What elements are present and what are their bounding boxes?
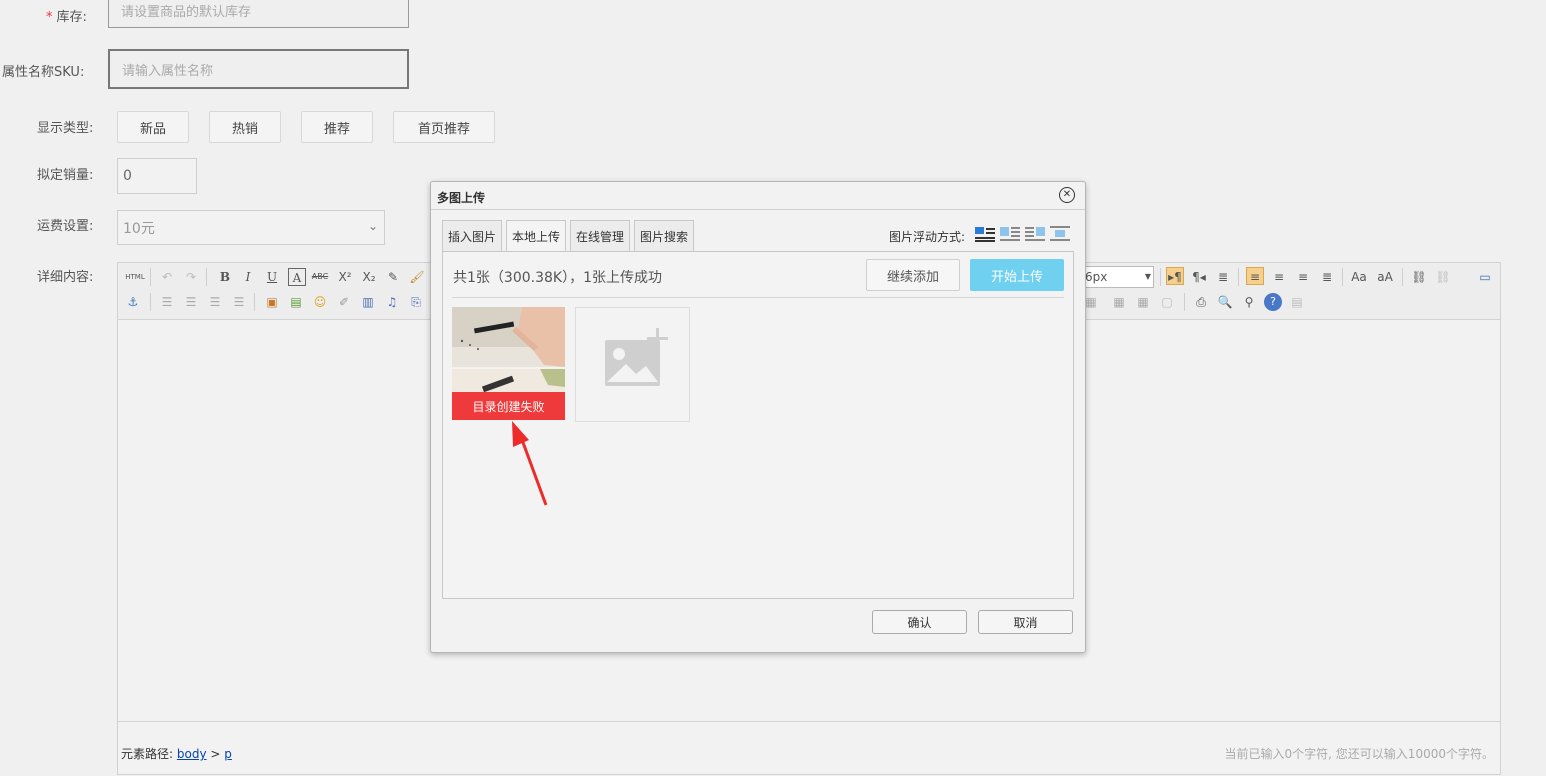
underline-icon[interactable]: U	[263, 268, 281, 286]
indent-icon[interactable]: ≣	[1214, 268, 1232, 286]
italic-icon[interactable]: I	[239, 268, 257, 286]
table-delete-icon[interactable]: ▢	[1158, 293, 1176, 311]
stock-label: * 库存:	[46, 10, 87, 25]
dropdown-arrow-icon: ▼	[1144, 272, 1151, 281]
annotation-arrow	[512, 421, 548, 506]
editor-footer: 元素路径: body > p 当前已输入0个字符, 您还可以输入10000个字符…	[118, 721, 1500, 776]
sku-label: 属性名称SKU:	[2, 65, 85, 80]
music-icon[interactable]: ♫	[383, 293, 401, 311]
tab-local-upload[interactable]: 本地上传	[506, 220, 566, 252]
tab-insert-image[interactable]: 插入图片	[442, 220, 502, 251]
rtl-icon[interactable]: ¶◂	[1190, 268, 1208, 286]
stock-input[interactable]: 请设置商品的默认库存	[108, 0, 409, 28]
float-mode-label: 图片浮动方式:	[889, 230, 966, 244]
search-replace-icon[interactable]: ⚲	[1240, 293, 1258, 311]
table-col-icon[interactable]: ▦	[1134, 293, 1152, 311]
cancel-button[interactable]: 取消	[978, 610, 1073, 634]
scrawl-icon[interactable]: ✐	[335, 293, 353, 311]
strikethrough-icon[interactable]: ABC	[311, 268, 329, 286]
type-home-recommend-button[interactable]: 首页推荐	[393, 111, 495, 143]
subscript-icon[interactable]: X₂	[360, 268, 378, 286]
start-upload-button[interactable]: 开始上传	[970, 259, 1064, 291]
add-image-placeholder[interactable]	[575, 307, 690, 422]
type-new-button[interactable]: 新品	[117, 111, 189, 143]
element-path: 元素路径: body > p	[121, 747, 232, 761]
tab-online-manage[interactable]: 在线管理	[570, 220, 630, 251]
path-p-link[interactable]: p	[224, 747, 232, 761]
help-icon[interactable]: ?	[1264, 293, 1282, 311]
html-source-button[interactable]: HTML	[124, 268, 146, 286]
close-icon[interactable]: ✕	[1059, 187, 1075, 203]
detail-label: 详细内容:	[37, 270, 94, 285]
display-type-label: 显示类型:	[37, 121, 94, 136]
ltr-icon[interactable]: ▸¶	[1166, 267, 1184, 285]
table-row-icon[interactable]: ▦	[1110, 293, 1128, 311]
preview-icon[interactable]: 🔍	[1216, 293, 1234, 311]
add-image-icon	[605, 328, 668, 386]
simple-upload-icon[interactable]: ▣	[263, 293, 281, 311]
image-left-icon[interactable]: ☰	[182, 293, 200, 311]
float-left-icon[interactable]	[1000, 226, 1020, 242]
video-icon[interactable]: ▥	[359, 293, 377, 311]
uploaded-image-thumbnail[interactable]: 目录创建失败	[452, 307, 565, 420]
image-center-icon[interactable]: ☰	[230, 293, 248, 311]
insert-image-icon[interactable]: ▤	[287, 293, 305, 311]
dialog-title: 多图上传	[437, 191, 486, 205]
redo-icon[interactable]: ↷	[182, 268, 200, 286]
superscript-icon[interactable]: X²	[336, 268, 354, 286]
eraser-icon[interactable]: ✎	[384, 268, 402, 286]
attachment-icon[interactable]: ⎘	[407, 293, 425, 311]
uppercase-icon[interactable]: Aa	[1350, 268, 1368, 286]
emotion-icon[interactable]: ☺	[311, 293, 329, 311]
undo-icon[interactable]: ↶	[158, 268, 176, 286]
sales-label: 拟定销量:	[37, 168, 94, 183]
path-body-link[interactable]: body	[177, 747, 207, 761]
drafts-icon[interactable]: ▤	[1288, 293, 1306, 311]
align-center-icon[interactable]: ≡	[1270, 268, 1288, 286]
unlink-icon[interactable]: ⛓	[1434, 268, 1452, 286]
chevron-down-icon: ⌄	[367, 219, 378, 233]
sku-input[interactable]: 请输入属性名称	[108, 49, 409, 89]
tab-image-search[interactable]: 图片搜索	[634, 220, 694, 251]
align-left-icon[interactable]: ≡	[1246, 267, 1264, 285]
type-recommend-button[interactable]: 推荐	[301, 111, 373, 143]
float-center-icon[interactable]	[1050, 226, 1070, 242]
required-mark: *	[46, 10, 53, 25]
format-brush-icon[interactable]: 🖌	[408, 268, 426, 286]
upload-summary: 共1张（300.38K），1张上传成功	[453, 270, 662, 286]
divider	[452, 297, 1064, 298]
continue-add-button[interactable]: 继续添加	[866, 259, 960, 291]
sales-input[interactable]: 0	[117, 158, 197, 194]
fullscreen-icon[interactable]: ▭	[1476, 268, 1494, 286]
char-count: 当前已输入0个字符, 您还可以输入10000个字符。	[1224, 747, 1494, 761]
confirm-button[interactable]: 确认	[872, 610, 967, 634]
link-icon[interactable]: ⛓	[1410, 268, 1428, 286]
lowercase-icon[interactable]: aA	[1376, 268, 1394, 286]
justify-icon[interactable]: ≣	[1318, 268, 1336, 286]
bold-icon[interactable]: B	[216, 268, 234, 286]
float-right-icon[interactable]	[1025, 226, 1045, 242]
print-icon[interactable]: ⎙	[1192, 293, 1210, 311]
font-border-icon[interactable]: A	[288, 268, 306, 286]
align-right-icon[interactable]: ≡	[1294, 268, 1312, 286]
shipping-select[interactable]: 10元 ⌄	[117, 210, 385, 245]
shipping-label: 运费设置:	[37, 219, 94, 234]
type-hot-button[interactable]: 热销	[209, 111, 281, 143]
image-right-icon[interactable]: ☰	[206, 293, 224, 311]
dialog-titlebar: 多图上传 ✕	[431, 182, 1085, 210]
image-none-icon[interactable]: ☰	[158, 293, 176, 311]
float-none-icon[interactable]	[975, 226, 995, 242]
font-size-select[interactable]: 6px ▼	[1082, 266, 1154, 288]
anchor-icon[interactable]: ⚓	[124, 293, 142, 311]
